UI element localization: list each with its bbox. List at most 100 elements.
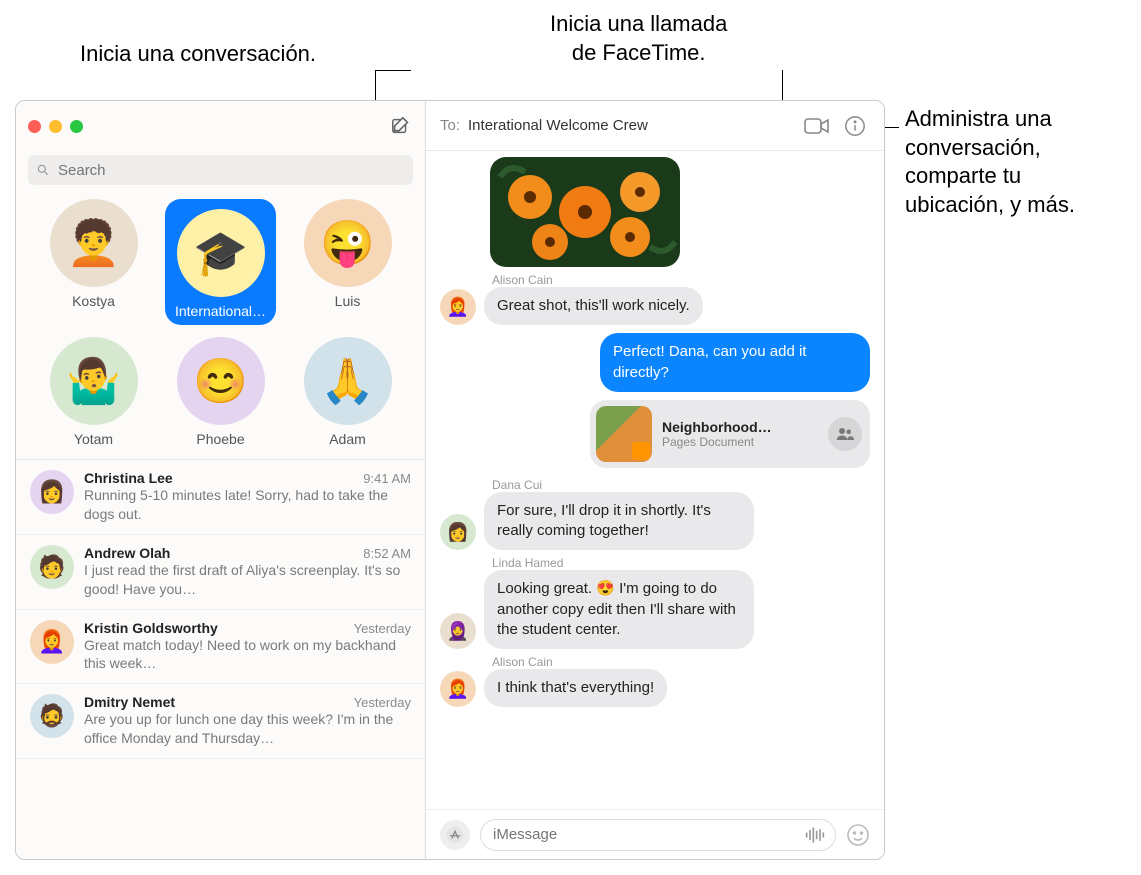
waveform-icon (805, 827, 825, 843)
avatar: 👩‍🦰 (440, 671, 476, 707)
sender-label: Dana Cui (492, 478, 870, 492)
traffic-lights (28, 120, 83, 133)
avatar: 🧑‍🦱 (50, 199, 138, 287)
collaborators-button[interactable] (828, 417, 862, 451)
avatar: 🎓 (177, 209, 265, 297)
avatar: 👩‍🦰 (30, 620, 74, 664)
message-field[interactable] (480, 819, 836, 851)
compose-icon (390, 115, 412, 137)
pin-international[interactable]: 🎓 International… (161, 199, 280, 325)
avatar: 🧔 (30, 694, 74, 738)
image-message[interactable] (490, 157, 680, 267)
pin-yotam[interactable]: 🤷‍♂️ Yotam (34, 337, 153, 447)
attachment-row: Neighborhood… Pages Document (440, 400, 870, 468)
pin-label: Kostya (72, 293, 115, 309)
conversation-pane: To: Interational Welcome Crew (426, 101, 884, 859)
pin-label: Phoebe (196, 431, 244, 447)
convo-time: 8:52 AM (363, 546, 411, 561)
avatar: 🧑 (30, 545, 74, 589)
avatar: 😊 (177, 337, 265, 425)
close-button[interactable] (28, 120, 41, 133)
message-bubble[interactable]: Great shot, this'll work nicely. (484, 287, 703, 325)
compose-button[interactable] (389, 114, 413, 138)
conversation-list: 👩 Christina Lee 9:41 AM Running 5-10 minu… (16, 459, 425, 859)
search-input[interactable] (56, 161, 405, 180)
sidebar: 🧑‍🦱 Kostya 🎓 International… 😜 Luis 🤷‍♂️ … (16, 101, 426, 859)
pin-luis[interactable]: 😜 Luis (288, 199, 407, 325)
callout-compose: Inicia una conversación. (80, 40, 316, 69)
info-button[interactable] (840, 111, 870, 141)
to-name: Interational Welcome Crew (468, 117, 794, 134)
attachment-card[interactable]: Neighborhood… Pages Document (590, 400, 870, 468)
attachment-subtitle: Pages Document (662, 435, 818, 449)
message-thread[interactable]: Alison Cain 👩‍🦰 Great shot, this'll work… (426, 151, 884, 809)
people-icon (836, 427, 854, 441)
pin-label: International… (175, 303, 266, 319)
pin-adam[interactable]: 🙏 Adam (288, 337, 407, 447)
list-item[interactable]: 🧔 Dmitry Nemet Yesterday Are you up for l… (16, 684, 425, 759)
emoji-button[interactable] (846, 823, 870, 847)
convo-name: Andrew Olah (84, 545, 170, 561)
convo-name: Christina Lee (84, 470, 173, 486)
conversation-header: To: Interational Welcome Crew (426, 101, 884, 151)
avatar: 🤷‍♂️ (50, 337, 138, 425)
callout-info: Administra una conversación, comparte tu… (905, 105, 1075, 219)
incoming-row: 👩‍🦰 I think that's everything! (440, 669, 870, 707)
incoming-row: 👩 For sure, I'll drop it in shortly. It'… (440, 492, 870, 551)
appstore-icon (446, 826, 464, 844)
apps-button[interactable] (440, 820, 470, 850)
attachment-thumb (596, 406, 652, 462)
convo-name: Dmitry Nemet (84, 694, 175, 710)
message-bubble[interactable]: Perfect! Dana, can you add it directly? (600, 333, 870, 392)
pin-kostya[interactable]: 🧑‍🦱 Kostya (34, 199, 153, 325)
search-field[interactable] (28, 155, 413, 185)
convo-preview: Great match today! Need to work on my ba… (84, 636, 411, 674)
sender-label: Alison Cain (492, 273, 870, 287)
incoming-row: 🧕 Looking great. 😍 I'm going to do anoth… (440, 570, 870, 649)
attachment-title: Neighborhood… (662, 419, 818, 435)
composer (426, 809, 884, 859)
sender-label: Linda Hamed (492, 556, 870, 570)
incoming-row: 👩‍🦰 Great shot, this'll work nicely. (440, 287, 870, 325)
message-bubble[interactable]: Looking great. 😍 I'm going to do another… (484, 570, 754, 649)
pin-label: Adam (329, 431, 366, 447)
smiley-icon (846, 823, 870, 847)
minimize-button[interactable] (49, 120, 62, 133)
search-icon (36, 163, 50, 177)
outgoing-row: Perfect! Dana, can you add it directly? (440, 333, 870, 392)
list-item[interactable]: 👩‍🦰 Kristin Goldsworthy Yesterday Great m… (16, 610, 425, 685)
pinned-grid: 🧑‍🦱 Kostya 🎓 International… 😜 Luis 🤷‍♂️ … (16, 195, 425, 459)
messages-window: 🧑‍🦱 Kostya 🎓 International… 😜 Luis 🤷‍♂️ … (15, 100, 885, 860)
convo-preview: I just read the first draft of Aliya's s… (84, 561, 411, 599)
callout-line (375, 70, 411, 71)
convo-name: Kristin Goldsworthy (84, 620, 218, 636)
to-label: To: (440, 117, 460, 134)
convo-time: Yesterday (354, 621, 411, 636)
message-input[interactable] (491, 825, 797, 844)
flower-photo (490, 157, 680, 267)
pin-label: Luis (335, 293, 361, 309)
list-item[interactable]: 🧑 Andrew Olah 8:52 AM I just read the fir… (16, 535, 425, 610)
facetime-button[interactable] (802, 111, 832, 141)
avatar: 🧕 (440, 613, 476, 649)
avatar: 😜 (304, 199, 392, 287)
info-icon (844, 115, 866, 137)
sender-label: Alison Cain (492, 655, 870, 669)
avatar: 👩 (30, 470, 74, 514)
message-bubble[interactable]: I think that's everything! (484, 669, 667, 707)
avatar: 👩‍🦰 (440, 289, 476, 325)
convo-time: Yesterday (354, 695, 411, 710)
callout-facetime: Inicia una llamada de FaceTime. (550, 10, 727, 67)
convo-time: 9:41 AM (363, 471, 411, 486)
pin-phoebe[interactable]: 😊 Phoebe (161, 337, 280, 447)
search-wrap (16, 151, 425, 195)
avatar: 🙏 (304, 337, 392, 425)
window-titlebar (16, 101, 425, 151)
convo-preview: Running 5-10 minutes late! Sorry, had to… (84, 486, 411, 524)
avatar: 👩 (440, 514, 476, 550)
video-icon (804, 116, 830, 136)
message-bubble[interactable]: For sure, I'll drop it in shortly. It's … (484, 492, 754, 551)
list-item[interactable]: 👩 Christina Lee 9:41 AM Running 5-10 minu… (16, 460, 425, 535)
fullscreen-button[interactable] (70, 120, 83, 133)
convo-preview: Are you up for lunch one day this week? … (84, 710, 411, 748)
